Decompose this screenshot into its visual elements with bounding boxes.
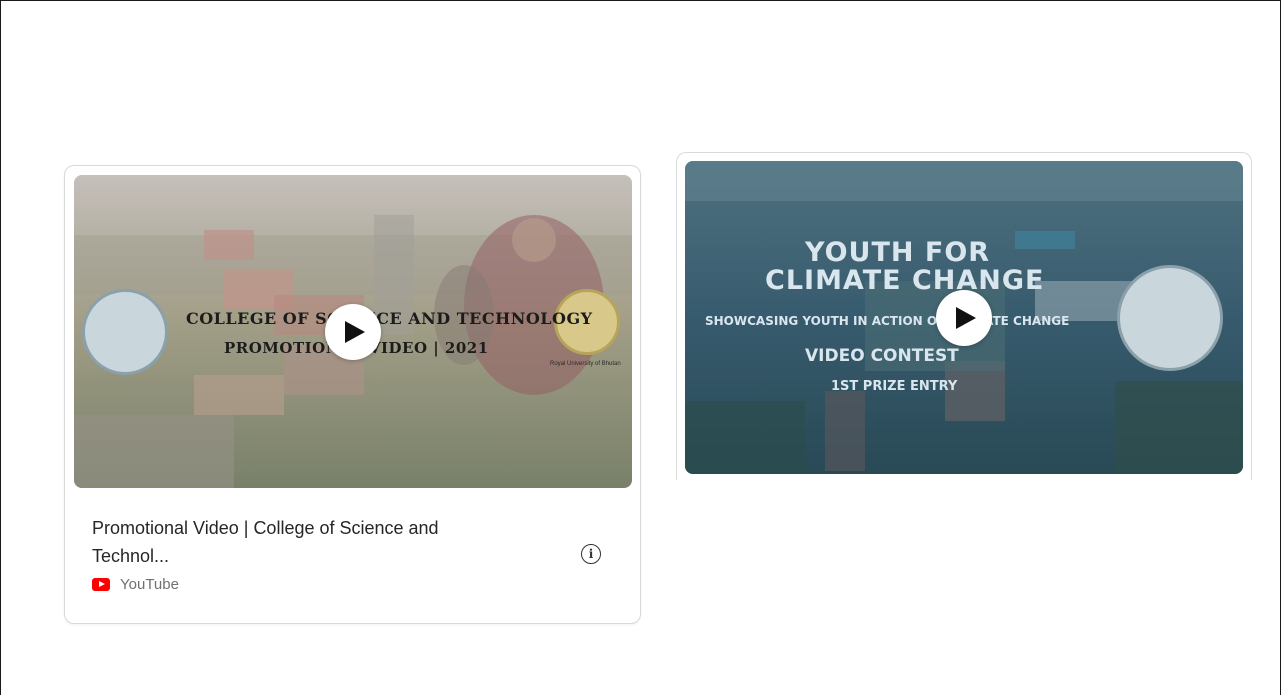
college-seal-icon [1117, 265, 1223, 371]
play-button[interactable] [325, 303, 381, 360]
video-source: YouTube [92, 576, 179, 593]
thumbnail-prize: 1ST PRIZE ENTRY [831, 379, 958, 394]
info-icon[interactable]: i [581, 544, 601, 564]
thumbnail-subheading: SHOWCASING YOUTH IN ACTION ON CLIMATE CH… [705, 314, 1070, 328]
video-thumbnail[interactable]: YOUTH FOR CLIMATE CHANGE SHOWCASING YOUT… [685, 161, 1243, 474]
thumbnail-heading-2: CLIMATE CHANGE [765, 265, 1045, 296]
thumbnail-heading: COLLEGE OF SCIENCE AND TECHNOLOGY [186, 309, 593, 328]
video-thumbnail[interactable]: COLLEGE OF SCIENCE AND TECHNOLOGY PROMOT… [74, 175, 632, 488]
thumbnail-contest: VIDEO CONTEST [805, 346, 959, 366]
video-title[interactable]: Promotional Video | College of Science a… [92, 514, 512, 570]
video-card-climate[interactable]: YOUTH FOR CLIMATE CHANGE SHOWCASING YOUT… [676, 152, 1252, 480]
college-seal-icon [82, 289, 168, 375]
play-icon [345, 320, 365, 343]
video-card-promotional[interactable]: COLLEGE OF SCIENCE AND TECHNOLOGY PROMOT… [64, 165, 641, 624]
youtube-icon [92, 578, 110, 591]
university-caption: Royal University of Bhutan [550, 361, 621, 367]
source-label: YouTube [120, 576, 179, 593]
play-icon [956, 306, 976, 329]
thumbnail-heading: YOUTH FOR [805, 237, 991, 268]
play-button[interactable] [936, 289, 992, 346]
